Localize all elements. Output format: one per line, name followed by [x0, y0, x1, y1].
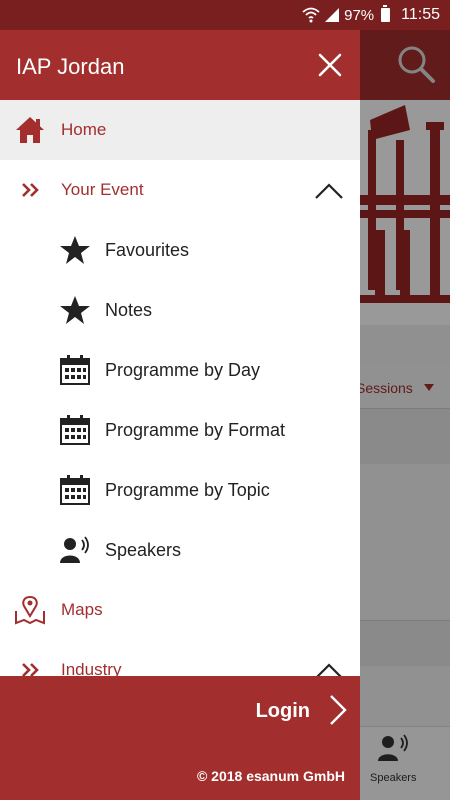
drawer-menu: Home Your Event Favourites Notes Program…	[0, 100, 360, 700]
menu-item-programme-by-day[interactable]: Programme by Day	[0, 340, 360, 400]
menu-item-speakers-label: Speakers	[105, 539, 182, 560]
drawer-title: IAP Jordan	[16, 54, 125, 79]
menu-item-your-event-label: Your Event	[61, 180, 144, 199]
menu-item-programme-by-format-label: Programme by Format	[105, 419, 286, 440]
navigation-drawer: IAP Jordan Home Your Event Favourites No…	[0, 30, 360, 800]
battery-percentage: 97%	[344, 6, 375, 24]
star-icon	[60, 236, 90, 264]
close-icon[interactable]	[316, 51, 344, 79]
menu-item-programme-by-topic-label: Programme by Topic	[105, 479, 270, 500]
star-icon	[60, 296, 90, 324]
map-pin-icon	[15, 595, 45, 625]
double-chevron-icon	[22, 183, 39, 197]
calendar-icon	[60, 475, 90, 505]
chevron-right-icon[interactable]	[328, 694, 348, 726]
menu-item-maps[interactable]: Maps	[0, 580, 360, 640]
menu-item-home[interactable]: Home	[0, 100, 360, 160]
drawer-footer: Login © 2018 esanum GmbH	[0, 676, 360, 800]
menu-item-home-label: Home	[61, 120, 107, 139]
speaker-icon	[60, 536, 89, 563]
chevron-up-icon[interactable]	[314, 182, 344, 200]
calendar-icon	[60, 355, 90, 385]
menu-item-speakers[interactable]: Speakers	[0, 520, 360, 580]
menu-item-programme-by-format[interactable]: Programme by Format	[0, 400, 360, 460]
wifi-icon	[302, 7, 320, 23]
menu-item-programme-by-topic[interactable]: Programme by Topic	[0, 460, 360, 520]
clock: 11:55	[401, 6, 440, 23]
menu-item-favourites[interactable]: Favourites	[0, 220, 360, 280]
home-icon	[16, 117, 44, 143]
drawer-header: IAP Jordan	[0, 30, 360, 100]
menu-item-favourites-label: Favourites	[105, 239, 190, 260]
copyright-text: © 2018 esanum GmbH	[196, 768, 345, 784]
signal-icon	[325, 8, 340, 22]
menu-item-your-event[interactable]: Your Event	[0, 160, 360, 220]
calendar-icon	[60, 415, 90, 445]
login-button[interactable]: Login	[256, 700, 310, 723]
menu-item-notes[interactable]: Notes	[0, 280, 360, 340]
status-bar: 97% 11:55	[0, 0, 450, 30]
menu-item-maps-label: Maps	[61, 600, 103, 619]
menu-item-notes-label: Notes	[105, 299, 153, 320]
menu-item-programme-by-day-label: Programme by Day	[105, 359, 261, 380]
battery-icon	[381, 5, 391, 22]
